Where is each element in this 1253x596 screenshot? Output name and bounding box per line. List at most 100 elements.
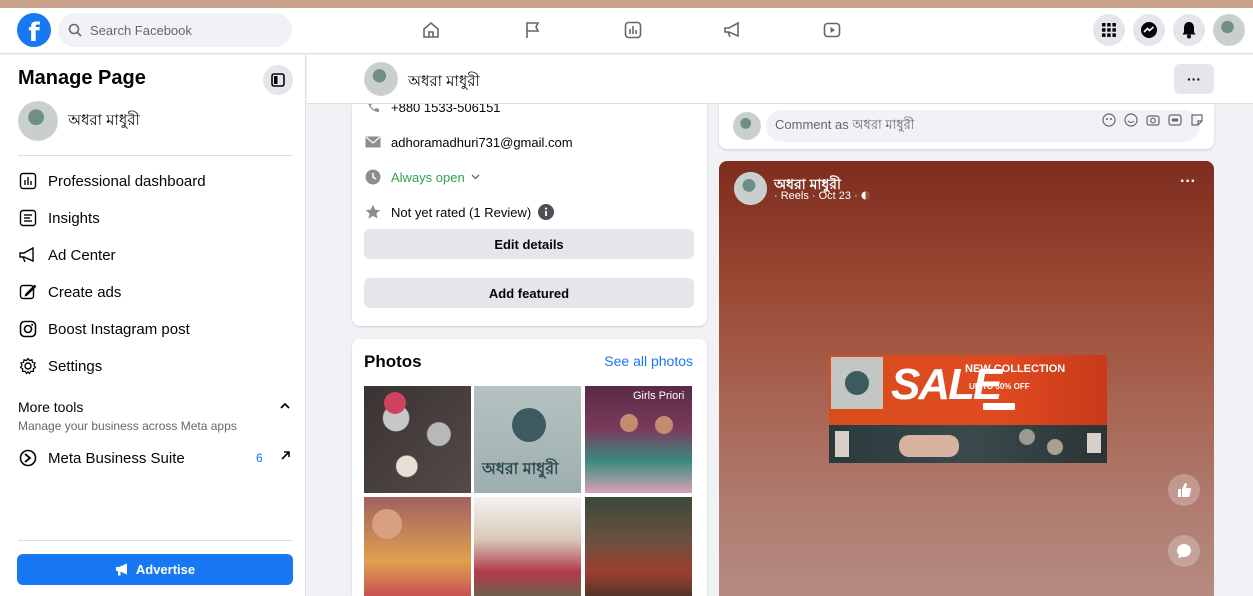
- email-row: adhoramadhuri731@gmail.com: [364, 133, 573, 151]
- insights-icon: [18, 208, 38, 228]
- sidebar-page-profile[interactable]: অধরা মাধুরী: [18, 101, 140, 141]
- sidebar-item-label: Ad Center: [48, 246, 116, 264]
- like-icon[interactable]: [1168, 474, 1200, 506]
- new-collection-text: NEW COLLECTION: [965, 363, 1066, 375]
- phone-number: +880 1533-506151: [391, 104, 501, 115]
- megaphone-icon[interactable]: [721, 18, 745, 42]
- jewelry-bead: [384, 392, 406, 414]
- more-options-button[interactable]: ···: [1174, 64, 1214, 94]
- info-icon[interactable]: [538, 204, 555, 220]
- account-avatar[interactable]: [1213, 14, 1245, 46]
- see-all-photos-link[interactable]: See all photos: [604, 353, 693, 369]
- reel-page-avatar[interactable]: [734, 172, 767, 205]
- meta-business-suite-icon: [18, 448, 38, 468]
- more-tools-subtitle: Manage your business across Meta apps: [18, 419, 237, 433]
- hands: [899, 435, 959, 457]
- banner-logo: [831, 357, 883, 409]
- rating-row: Not yet rated (1 Review): [364, 203, 555, 221]
- sidebar-item-boost-instagram-post[interactable]: Boost Instagram post: [18, 316, 190, 342]
- search-input[interactable]: [90, 22, 280, 38]
- megaphone-icon: [115, 563, 127, 576]
- logo-emblem: [512, 408, 546, 442]
- more-tools-heading: More tools: [18, 399, 84, 415]
- facebook-logo-icon[interactable]: f: [17, 13, 51, 48]
- commenter-avatar[interactable]: [733, 112, 761, 140]
- page-avatar: [18, 101, 58, 141]
- photo-thumbnail[interactable]: অধরা মাধুরী: [474, 386, 581, 493]
- gif-icon[interactable]: [1168, 113, 1182, 130]
- advertise-button[interactable]: Advertise: [17, 554, 293, 585]
- rating-text: Not yet rated (1 Review): [391, 204, 532, 220]
- sidebar-item-professional-dashboard[interactable]: Professional dashboard: [18, 168, 206, 194]
- gear-icon: [18, 356, 38, 376]
- shop-now-pill: [983, 403, 1015, 410]
- intro-card: +880 1533-506151 adhoramadhuri731@gmail.…: [352, 104, 707, 326]
- page-header-bar: অধরা মাধুরী ···: [307, 55, 1253, 104]
- dashboard-icon: [18, 171, 38, 191]
- sidebar-item-label: Settings: [48, 357, 103, 375]
- sidebar-item-meta-business-suite[interactable]: Meta Business Suite: [18, 445, 185, 471]
- sidebar-item-settings[interactable]: Settings: [18, 353, 102, 379]
- top-navigation-bar: f: [0, 8, 1253, 54]
- photo-thumbnail[interactable]: [364, 497, 471, 596]
- reel-post[interactable]: অধরা মাধুরী · Reels · Oct 23 · ··· SALE …: [719, 161, 1214, 596]
- camera-icon[interactable]: [1146, 113, 1160, 130]
- sidebar-item-label: Insights: [48, 209, 100, 227]
- photo-thumbnail[interactable]: [474, 497, 581, 596]
- person-face: [372, 509, 402, 539]
- page-avatar[interactable]: [364, 62, 398, 96]
- sale-banner-image: SALE NEW COLLECTION UP TO 50% OFF: [829, 355, 1107, 463]
- edit-details-button[interactable]: Edit details: [364, 229, 694, 259]
- reel-meta-text: · Reels · Oct 23 ·: [774, 190, 858, 202]
- video-icon[interactable]: [820, 18, 844, 42]
- person-face: [620, 414, 638, 432]
- reel-meta: · Reels · Oct 23 ·: [774, 190, 870, 202]
- phone-icon: [364, 104, 382, 116]
- advertise-label: Advertise: [135, 562, 196, 577]
- jewelry-card: [1087, 433, 1101, 453]
- add-featured-button[interactable]: Add featured: [364, 278, 694, 308]
- person-face: [655, 416, 673, 434]
- external-link-icon[interactable]: [280, 449, 291, 464]
- notifications-bell-icon[interactable]: [1173, 14, 1205, 46]
- photos-card: Photos See all photos অধরা মাধুরী Girls …: [352, 339, 707, 596]
- pendant: [1019, 429, 1035, 445]
- megaphone-icon: [18, 245, 38, 265]
- home-icon[interactable]: [419, 18, 443, 42]
- collapse-sidebar-icon[interactable]: [263, 65, 293, 95]
- photos-title: Photos: [364, 352, 422, 371]
- comment-composer: Comment as অধরা মাধুরী: [719, 104, 1214, 149]
- hours-row[interactable]: Always open: [364, 168, 480, 186]
- menu-grid-icon[interactable]: [1093, 14, 1125, 46]
- sidebar-item-insights[interactable]: Insights: [18, 205, 100, 231]
- sidebar-item-ad-center[interactable]: Ad Center: [18, 242, 116, 268]
- hours-status: Always open: [391, 169, 465, 185]
- photo-thumbnail[interactable]: [364, 386, 471, 493]
- search-box[interactable]: [58, 13, 292, 47]
- comment-placeholder: Comment as অধরা মাধুরী: [775, 116, 915, 132]
- sidebar-item-label: Meta Business Suite: [48, 449, 185, 467]
- top-strip: [0, 0, 1253, 8]
- sidebar-item-create-ads[interactable]: Create ads: [18, 279, 121, 305]
- flag-icon[interactable]: [521, 18, 545, 42]
- avatar-sticker-icon[interactable]: [1102, 113, 1116, 130]
- sticker-icon[interactable]: [1190, 113, 1204, 130]
- dashboard-icon[interactable]: [621, 18, 645, 42]
- messenger-icon[interactable]: [1133, 14, 1165, 46]
- sidebar-item-label: Professional dashboard: [48, 172, 206, 190]
- globe-icon: [861, 191, 870, 200]
- emoji-icon[interactable]: [1124, 113, 1138, 130]
- comment-icon[interactable]: [1168, 535, 1200, 567]
- search-icon: [68, 23, 82, 37]
- banner-text: Girls Priori: [633, 390, 685, 402]
- page-header-name[interactable]: অধরা মাধুরী: [408, 70, 480, 95]
- email-address[interactable]: adhoramadhuri731@gmail.com: [391, 135, 573, 150]
- sidebar-divider: [18, 540, 293, 541]
- photo-thumbnail[interactable]: Girls Priori: [585, 386, 692, 493]
- reel-more-options[interactable]: ···: [1180, 173, 1196, 191]
- comment-tools: [1102, 113, 1204, 130]
- sidebar-divider: [18, 155, 293, 156]
- chevron-up-icon[interactable]: [279, 399, 291, 413]
- banner-bottom: [829, 425, 1107, 463]
- photo-thumbnail[interactable]: [585, 497, 692, 596]
